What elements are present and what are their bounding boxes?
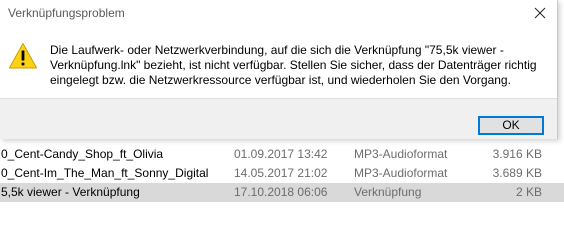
file-name: 0_Cent-Candy_Shop_ft_Olivia bbox=[1, 147, 164, 161]
warning-icon bbox=[8, 43, 38, 69]
ok-button[interactable]: OK bbox=[478, 116, 544, 135]
file-type: MP3-Audioformat bbox=[354, 166, 448, 180]
shortcut-problem-dialog: Verknüpfungsproblem Die Laufwerk- oder N… bbox=[0, 0, 558, 139]
file-date: 01.09.2017 13:42 bbox=[234, 147, 328, 161]
file-row-selected[interactable]: 5,5k viewer - Verknüpfung 17.10.2018 06:… bbox=[0, 183, 564, 202]
close-icon bbox=[534, 7, 546, 19]
dialog-body: Die Laufwerk- oder Netzwerkverbindung, a… bbox=[0, 28, 557, 98]
file-name: 0_Cent-Im_The_Man_ft_Sonny_Digital bbox=[1, 166, 209, 180]
dialog-footer: OK bbox=[0, 98, 557, 139]
file-date: 17.10.2018 06:06 bbox=[234, 185, 328, 199]
message-line: Verknüpfung.lnk" bezieht, ist nicht verf… bbox=[50, 58, 537, 72]
message-line: Die Laufwerk- oder Netzwerkverbindung, a… bbox=[50, 43, 504, 57]
file-date: 14.05.2017 21:02 bbox=[234, 166, 328, 180]
dialog-titlebar[interactable]: Verknüpfungsproblem bbox=[0, 0, 557, 28]
close-button[interactable] bbox=[529, 2, 551, 24]
dialog-title: Verknüpfungsproblem bbox=[8, 6, 125, 20]
file-size: 3.916 KB bbox=[492, 147, 542, 161]
file-size: 2 KB bbox=[515, 185, 542, 199]
file-type: Verknüpfung bbox=[354, 185, 422, 199]
file-row[interactable]: 0_Cent-Candy_Shop_ft_Olivia 01.09.2017 1… bbox=[0, 145, 564, 164]
file-name: 5,5k viewer - Verknüpfung bbox=[1, 185, 140, 199]
dialog-message: Die Laufwerk- oder Netzwerkverbindung, a… bbox=[50, 43, 537, 88]
file-row[interactable]: 0_Cent-Im_The_Man_ft_Sonny_Digital 14.05… bbox=[0, 164, 564, 183]
file-list: 0_Cent-Candy_Shop_ft_Olivia 01.09.2017 1… bbox=[0, 145, 564, 202]
file-type: MP3-Audioformat bbox=[354, 147, 448, 161]
file-size: 3.689 KB bbox=[492, 166, 542, 180]
message-line: eingelegt bzw. die Netzwerkressource ver… bbox=[50, 73, 511, 87]
